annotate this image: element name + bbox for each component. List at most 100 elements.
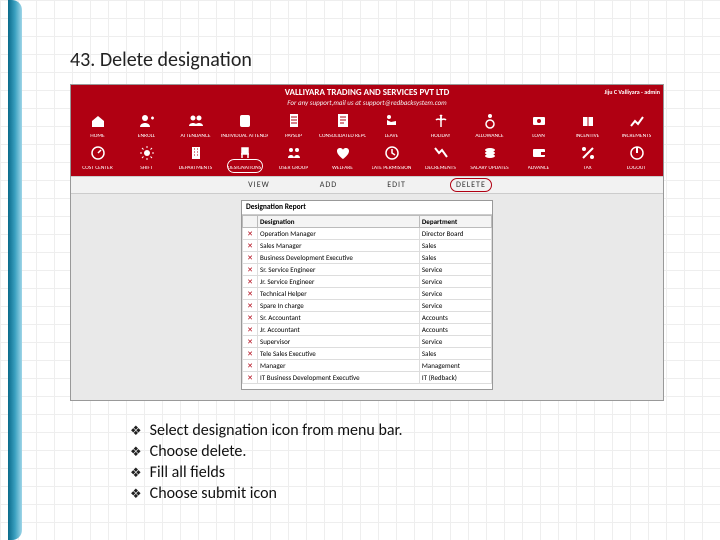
ribbon-item-holiday[interactable]: HOLIDAY bbox=[416, 110, 465, 142]
instruction-step: Fill all fields bbox=[130, 463, 670, 482]
col-department: Department bbox=[419, 216, 491, 228]
clock-icon bbox=[383, 144, 401, 166]
heart-icon bbox=[334, 144, 352, 166]
delete-row-icon[interactable]: ✕ bbox=[243, 300, 258, 312]
table-row: ✕Sr. Service EngineerService bbox=[243, 264, 492, 276]
wheelchair-icon bbox=[481, 112, 499, 134]
ribbon-item-designations[interactable]: DESIGNATIONS bbox=[220, 142, 269, 174]
table-row: ✕Sr. AccountantAccounts bbox=[243, 312, 492, 324]
wallet-icon bbox=[530, 144, 548, 166]
ribbon-item-user-group[interactable]: USER GROUP bbox=[269, 142, 318, 174]
app-screenshot: VALLIYARA TRADING AND SERVICES PVT LTD F… bbox=[70, 84, 664, 401]
table-row: ✕Spare In chargeService bbox=[243, 300, 492, 312]
content-panel: Designation Report Designation Departmen… bbox=[71, 194, 663, 400]
sun-icon bbox=[138, 144, 156, 166]
delete-row-icon[interactable]: ✕ bbox=[243, 372, 258, 384]
cell-department: Service bbox=[419, 300, 491, 312]
palm-icon bbox=[432, 112, 450, 134]
cell-designation: Sr. Service Engineer bbox=[258, 264, 420, 276]
cell-department: Service bbox=[419, 264, 491, 276]
ribbon-label: USER GROUP bbox=[279, 166, 308, 172]
ribbon-item-advance[interactable]: ADVANCE bbox=[514, 142, 563, 174]
delete-row-icon[interactable]: ✕ bbox=[243, 312, 258, 324]
action-delete[interactable]: DELETE bbox=[456, 180, 486, 190]
cell-designation: Business Development Executive bbox=[258, 252, 420, 264]
chart-down-icon bbox=[432, 144, 450, 166]
cell-designation: Tele Sales Executive bbox=[258, 348, 420, 360]
ribbon-label: HOLIDAY bbox=[431, 134, 451, 140]
ribbon-label: HOME bbox=[90, 134, 104, 140]
recline-icon bbox=[383, 112, 401, 134]
delete-row-icon[interactable]: ✕ bbox=[243, 324, 258, 336]
cell-designation: Supervisor bbox=[258, 336, 420, 348]
ribbon-label: LOAN bbox=[532, 134, 545, 140]
table-row: ✕ManagerManagement bbox=[243, 360, 492, 372]
ribbon-label: INCENTIVE bbox=[576, 134, 600, 140]
delete-row-icon[interactable]: ✕ bbox=[243, 288, 258, 300]
coins-icon bbox=[481, 144, 499, 166]
cell-department: Service bbox=[419, 288, 491, 300]
ribbon-item-enroll[interactable]: ENROLL bbox=[122, 110, 171, 142]
cell-designation: Sales Manager bbox=[258, 240, 420, 252]
delete-row-icon[interactable]: ✕ bbox=[243, 264, 258, 276]
delete-row-icon[interactable]: ✕ bbox=[243, 276, 258, 288]
ribbon-item-leave[interactable]: LEAVE bbox=[367, 110, 416, 142]
ribbon-item-decrements[interactable]: DECREMENTS bbox=[416, 142, 465, 174]
ribbon-item-departments[interactable]: DEPARTMENTS bbox=[171, 142, 220, 174]
cell-designation: IT Business Development Executive bbox=[258, 372, 420, 384]
action-add[interactable]: ADD bbox=[320, 180, 337, 190]
report-title: Designation Report bbox=[242, 201, 492, 215]
delete-row-icon[interactable]: ✕ bbox=[243, 336, 258, 348]
ribbon-item-payslip[interactable]: PAYSLIP bbox=[269, 110, 318, 142]
ribbon-item-consolidated-report[interactable]: CONSOLIDATED REPORT bbox=[318, 110, 367, 142]
delete-row-icon[interactable]: ✕ bbox=[243, 360, 258, 372]
ribbon-item-tax[interactable]: TAX bbox=[563, 142, 612, 174]
ribbon-item-increments[interactable]: INCREMENTS bbox=[612, 110, 661, 142]
ribbon-label: ADVANCE bbox=[528, 166, 550, 172]
ribbon-label: LOGOUT bbox=[627, 166, 646, 172]
ribbon-item-loan[interactable]: LOAN bbox=[514, 110, 563, 142]
table-row: ✕Jr. AccountantAccounts bbox=[243, 324, 492, 336]
table-row: ✕Jr. Service EngineerService bbox=[243, 276, 492, 288]
delete-row-icon[interactable]: ✕ bbox=[243, 252, 258, 264]
ribbon-label: INCREMENTS bbox=[622, 134, 652, 140]
action-edit[interactable]: EDIT bbox=[387, 180, 406, 190]
ribbon-label: ALLOWANCE bbox=[475, 134, 503, 140]
doc-icon bbox=[334, 112, 352, 134]
ribbon-item-late-permission[interactable]: LATE PERMISSION bbox=[367, 142, 416, 174]
page-title: 43. Delete designation bbox=[70, 48, 670, 72]
ribbon-item-incentive[interactable]: INCENTIVE bbox=[563, 110, 612, 142]
ribbon-label: SALARY UPDATES bbox=[470, 166, 508, 172]
money-icon bbox=[530, 112, 548, 134]
cell-department: Accounts bbox=[419, 324, 491, 336]
power-icon bbox=[628, 144, 646, 166]
action-view[interactable]: VIEW bbox=[248, 180, 270, 190]
cell-department: Director Board bbox=[419, 228, 491, 240]
table-row: ✕Sales ManagerSales bbox=[243, 240, 492, 252]
instruction-step: Choose delete. bbox=[130, 442, 670, 461]
cell-designation: Jr. Accountant bbox=[258, 324, 420, 336]
instruction-step: Choose submit icon bbox=[130, 484, 670, 503]
ribbon-item-attendance[interactable]: ATTENDANCE bbox=[171, 110, 220, 142]
ribbon-item-cost-center[interactable]: COST CENTER bbox=[73, 142, 122, 174]
ribbon-item-individual-attendance[interactable]: INDIVIDUAL ATTENDANCE bbox=[220, 110, 269, 142]
support-subtitle: For any support,mail us at support@redba… bbox=[71, 98, 663, 107]
title-bar: VALLIYARA TRADING AND SERVICES PVT LTD F… bbox=[71, 85, 663, 108]
ribbon-item-shift[interactable]: SHIFT bbox=[122, 142, 171, 174]
ribbon-item-allowance[interactable]: ALLOWANCE bbox=[465, 110, 514, 142]
chair-icon bbox=[236, 144, 254, 166]
ribbon-label: LATE PERMISSION bbox=[372, 166, 412, 172]
cell-department: Service bbox=[419, 336, 491, 348]
ribbon-item-logout[interactable]: LOGOUT bbox=[612, 142, 661, 174]
ribbon-label: DESIGNATIONS bbox=[228, 166, 262, 172]
ribbon-label: WELFARE bbox=[332, 166, 353, 172]
ribbon-item-salary-updates[interactable]: SALARY UPDATES bbox=[465, 142, 514, 174]
delete-row-icon[interactable]: ✕ bbox=[243, 240, 258, 252]
delete-row-icon[interactable]: ✕ bbox=[243, 348, 258, 360]
ribbon-label: ATTENDANCE bbox=[180, 134, 210, 140]
cell-designation: Jr. Service Engineer bbox=[258, 276, 420, 288]
delete-row-icon[interactable]: ✕ bbox=[243, 228, 258, 240]
ribbon-item-home[interactable]: HOME bbox=[73, 110, 122, 142]
ribbon-item-welfare[interactable]: WELFARE bbox=[318, 142, 367, 174]
ribbon-label: COST CENTER bbox=[82, 166, 112, 172]
